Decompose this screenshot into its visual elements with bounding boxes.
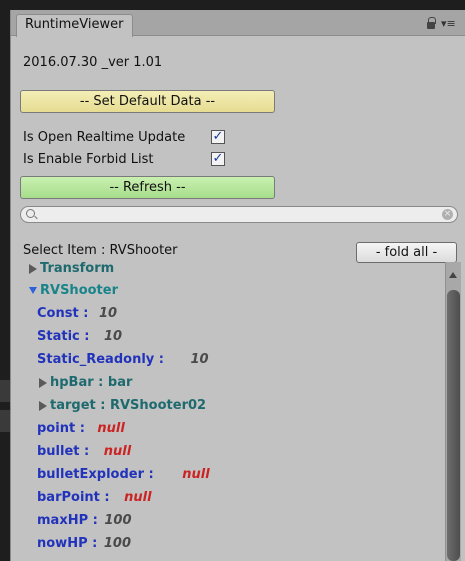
field-row: bullet : null xyxy=(37,444,131,459)
search-icon xyxy=(26,209,35,218)
field-row: Static_Readonly : 10 xyxy=(37,352,209,367)
expand-arrow-icon[interactable] xyxy=(39,400,47,411)
background-stripe xyxy=(0,380,10,402)
field-value: null xyxy=(124,490,152,505)
background-stripe xyxy=(0,410,10,432)
scrollbar-thumb[interactable] xyxy=(447,290,460,561)
forbid-list-label: Is Enable Forbid List xyxy=(23,152,154,167)
field-value: 100 xyxy=(104,513,132,528)
node-label: hpBar : bar xyxy=(50,375,133,390)
set-default-data-button[interactable]: -- Set Default Data -- xyxy=(20,90,275,113)
forbid-list-checkbox[interactable]: ✓ xyxy=(211,152,225,166)
field-name: bulletExploder : xyxy=(37,467,154,482)
scroll-up-arrow-icon[interactable] xyxy=(449,272,457,278)
fold-all-button[interactable]: - fold all - xyxy=(356,242,457,263)
field-row: nowHP : 100 xyxy=(37,536,131,551)
field-row: maxHP : 100 xyxy=(37,513,132,528)
menu-icon[interactable]: ▾≡ xyxy=(441,18,456,29)
field-row: point : null xyxy=(37,421,125,436)
field-name: maxHP : xyxy=(37,513,98,528)
selected-item-label: Select Item : RVShooter xyxy=(23,243,178,258)
field-value: 10 xyxy=(98,306,118,321)
field-row: barPoint : null xyxy=(37,490,152,505)
field-value: null xyxy=(97,421,125,436)
tree-node-hpbar[interactable]: hpBar : bar xyxy=(39,375,132,390)
field-name: Static : xyxy=(37,329,90,344)
node-label: target : RVShooter02 xyxy=(50,398,207,413)
field-value: null xyxy=(103,444,132,459)
runtime-viewer-panel: RuntimeViewer ▾≡ 2016.07.30 _ver 1.01 --… xyxy=(10,10,465,561)
field-name: barPoint : xyxy=(37,490,110,505)
expand-arrow-icon[interactable] xyxy=(39,377,47,388)
field-name: point : xyxy=(37,421,85,436)
tree-node-transform[interactable]: Transform xyxy=(29,261,114,276)
tree-node-target[interactable]: target : RVShooter02 xyxy=(39,398,206,413)
field-name: Const : xyxy=(37,306,89,321)
tab-runtime-viewer[interactable]: RuntimeViewer xyxy=(16,14,133,37)
field-name: bullet : xyxy=(37,444,90,459)
field-value: 100 xyxy=(103,536,131,551)
field-row: Static : 10 xyxy=(37,329,122,344)
tab-title: RuntimeViewer xyxy=(25,17,124,32)
tree-node-rvshooter[interactable]: RVShooter xyxy=(29,283,118,298)
field-name: Static_Readonly : xyxy=(37,352,164,367)
field-value: 10 xyxy=(103,329,123,344)
field-name: nowHP : xyxy=(37,536,98,551)
refresh-button[interactable]: -- Refresh -- xyxy=(20,176,275,199)
tab-bar: RuntimeViewer ▾≡ xyxy=(11,10,465,37)
collapse-arrow-icon[interactable] xyxy=(29,287,37,294)
node-label: RVShooter xyxy=(40,283,118,298)
vertical-scrollbar[interactable] xyxy=(445,262,461,561)
field-row: bulletExploder : null xyxy=(37,467,210,482)
lock-icon[interactable] xyxy=(427,17,436,29)
field-value: null xyxy=(182,467,210,482)
node-label: Transform xyxy=(40,261,115,276)
realtime-update-label: Is Open Realtime Update xyxy=(23,130,186,145)
field-value: 10 xyxy=(190,352,209,367)
version-text: 2016.07.30 _ver 1.01 xyxy=(23,55,163,70)
field-row: Const : 10 xyxy=(37,306,117,321)
expand-arrow-icon[interactable] xyxy=(29,263,37,274)
clear-search-icon[interactable]: × xyxy=(442,209,453,220)
search-input[interactable]: × xyxy=(20,206,458,223)
realtime-update-checkbox[interactable]: ✓ xyxy=(211,130,225,144)
